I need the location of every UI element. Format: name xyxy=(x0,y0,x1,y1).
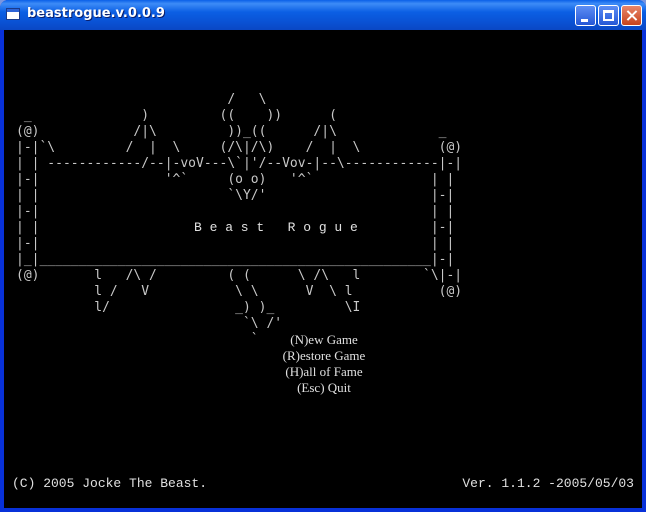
menu-quit[interactable]: (Esc) Quit xyxy=(254,380,394,396)
version-text: Ver. 1.1.2 -2005/05/03 xyxy=(462,476,634,491)
minimize-button[interactable] xyxy=(575,5,596,26)
main-menu: (N)ew Game (R)estore Game (H)all of Fame… xyxy=(254,332,394,396)
game-title: B e a s t R o g u e xyxy=(194,220,358,235)
game-screen[interactable]: / \ _ ) (( )) ( (@) /|\ ))_(( /|\ _ |-|`… xyxy=(4,30,642,508)
title-bar[interactable]: beastrogue.v.0.0.9 xyxy=(0,0,646,30)
app-window: beastrogue.v.0.0.9 / \ _ ) (( )) ( (@) /… xyxy=(0,0,646,512)
menu-hall-of-fame[interactable]: (H)all of Fame xyxy=(254,364,394,380)
menu-restore-game[interactable]: (R)estore Game xyxy=(254,348,394,364)
maximize-button[interactable] xyxy=(598,5,619,26)
menu-new-game[interactable]: (N)ew Game xyxy=(254,332,394,348)
window-title: beastrogue.v.0.0.9 xyxy=(27,6,165,21)
app-window-icon[interactable] xyxy=(6,8,20,20)
copyright-text: (C) 2005 Jocke The Beast. xyxy=(12,476,208,491)
close-button[interactable] xyxy=(621,5,642,26)
